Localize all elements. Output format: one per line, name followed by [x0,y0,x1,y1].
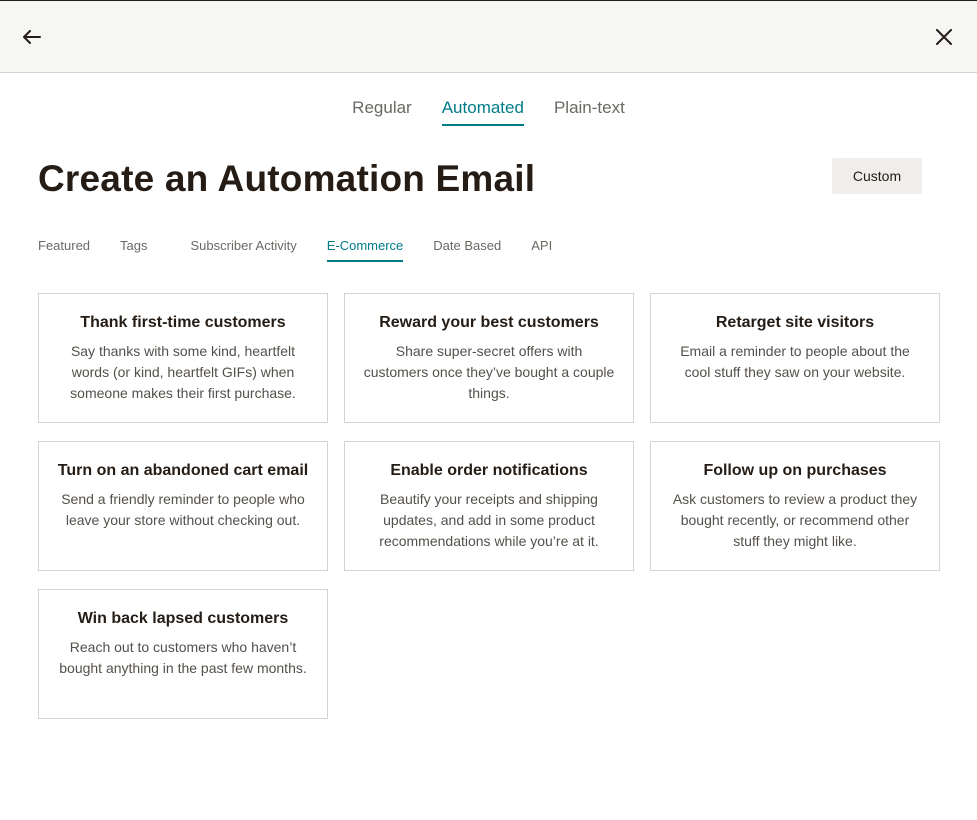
card-description: Send a friendly reminder to people who l… [61,491,305,528]
card-title: Enable order notifications [390,462,588,479]
email-type-tabs: Regular Automated Plain-text [0,98,977,126]
card-title: Reward your best customers [379,314,599,331]
card-win-back-lapsed-customers[interactable]: Win back lapsed customers Reach out to c… [38,589,328,719]
tab-subscriber-activity[interactable]: Subscriber Activity [191,238,297,262]
card-follow-up-purchases[interactable]: Follow up on purchases Ask customers to … [650,441,940,571]
tab-plain-text[interactable]: Plain-text [554,98,625,126]
card-title: Follow up on purchases [703,462,887,479]
category-tabs: Featured Tags Subscriber Activity E-Comm… [38,238,552,262]
card-title: Thank first-time customers [80,314,286,331]
card-description: Ask customers to review a product they b… [672,491,918,549]
arrow-left-icon [23,30,41,44]
card-description: Beautify your receipts and shipping upda… [379,491,599,549]
tab-regular[interactable]: Regular [352,98,412,126]
card-retarget-site-visitors[interactable]: Retarget site visitors Email a reminder … [650,293,940,423]
tab-featured[interactable]: Featured [38,238,90,262]
card-description: Say thanks with some kind, heartfelt wor… [70,343,296,401]
card-title: Win back lapsed customers [77,610,289,627]
close-button[interactable] [926,19,962,55]
custom-button[interactable]: Custom [832,158,922,194]
tab-tags[interactable]: Tags [120,238,147,262]
tab-e-commerce[interactable]: E-Commerce [326,238,404,262]
page-title: Create an Automation Email [38,158,536,199]
tab-automated[interactable]: Automated [441,98,524,126]
card-reward-best-customers[interactable]: Reward your best customers Share super-s… [344,293,634,423]
back-button[interactable] [14,19,50,55]
card-description: Share super-secret offers with customers… [363,343,615,401]
card-description: Reach out to customers who haven’t bough… [59,639,307,676]
tab-date-based[interactable]: Date Based [433,238,501,262]
card-abandoned-cart-email[interactable]: Turn on an abandoned cart email Send a f… [38,441,328,571]
tab-api[interactable]: API [531,238,552,262]
automation-card-grid: Thank first-time customers Say thanks wi… [38,293,940,719]
close-icon [936,29,952,45]
card-description: Email a reminder to people about the coo… [680,343,910,380]
card-title: Retarget site visitors [715,314,875,331]
card-title: Turn on an abandoned cart email [57,462,309,479]
card-order-notifications[interactable]: Enable order notifications Beautify your… [344,441,634,571]
card-thank-first-time-customers[interactable]: Thank first-time customers Say thanks wi… [38,293,328,423]
top-bar [0,0,977,73]
